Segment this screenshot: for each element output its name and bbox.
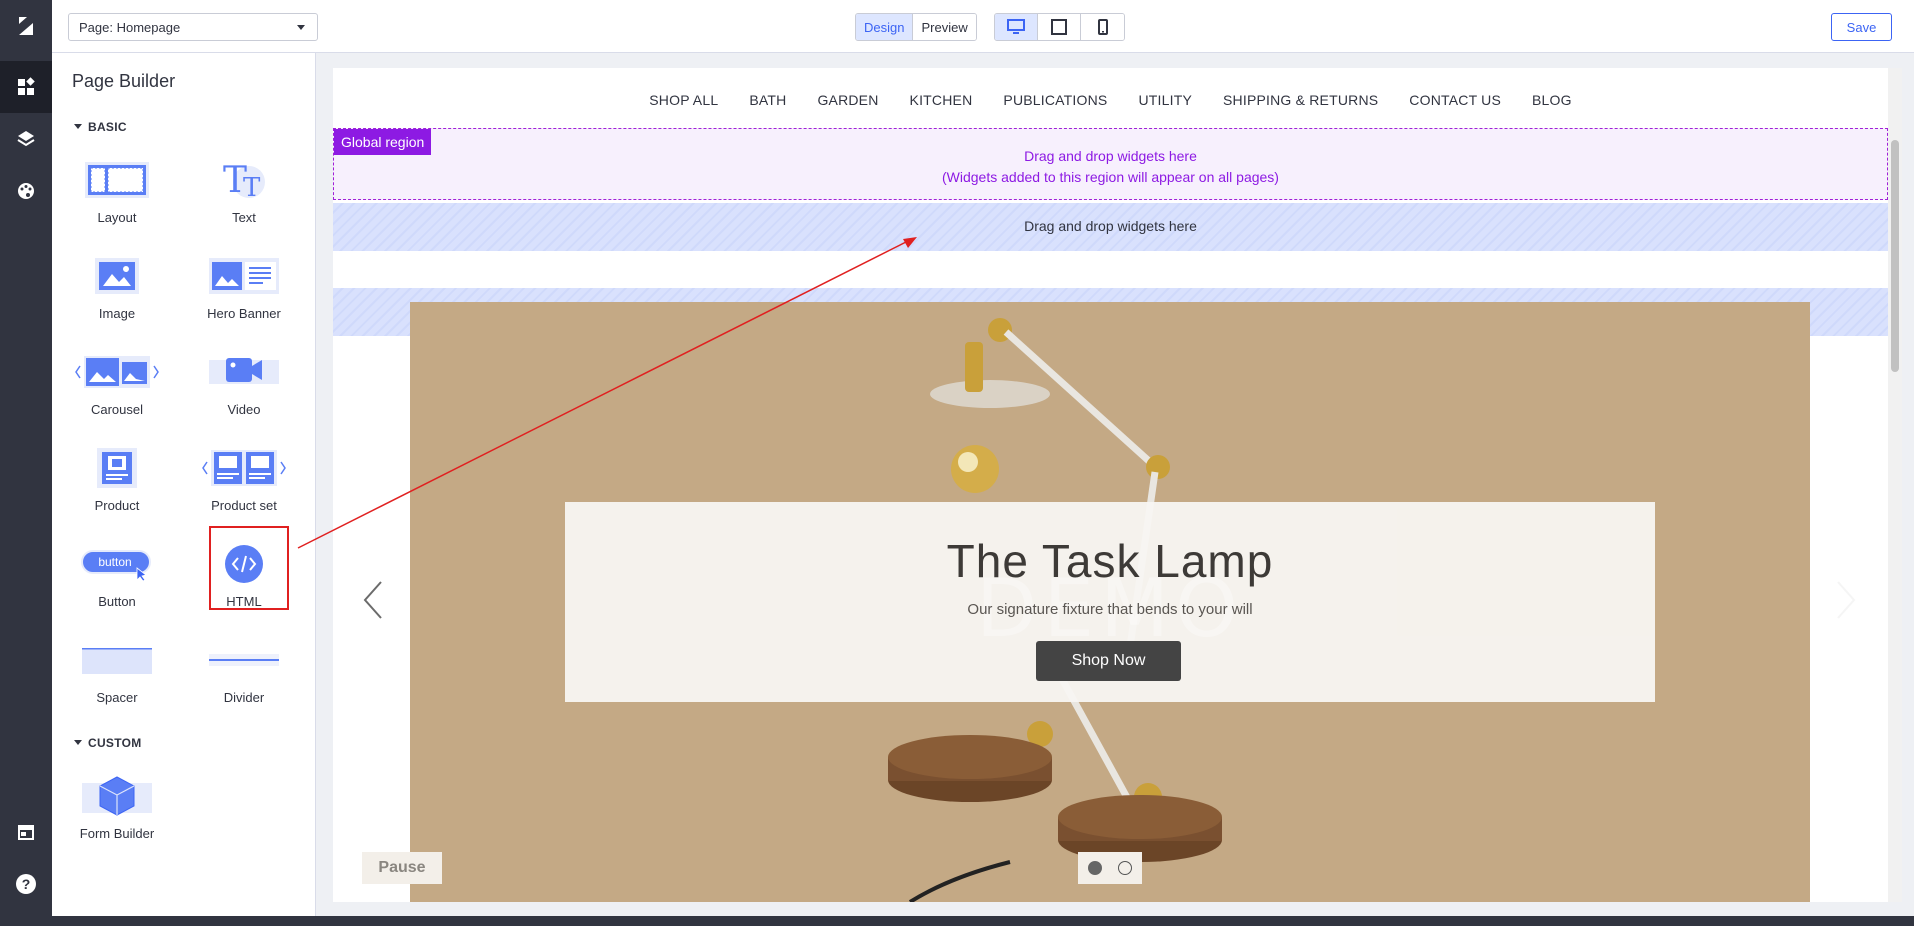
mobile-icon[interactable]: [1081, 14, 1124, 40]
carousel-dot-1[interactable]: [1088, 861, 1102, 875]
layout-label: Layout: [97, 210, 137, 225]
custom-section-toggle[interactable]: CUSTOM: [74, 736, 142, 750]
hero-text-card: DEMO The Task Lamp Our signature fixture…: [565, 502, 1655, 702]
hero-banner-icon: [189, 248, 299, 304]
form-builder-widget[interactable]: Form Builder: [62, 768, 172, 841]
button-label: Button: [98, 594, 136, 609]
hero-carousel[interactable]: DEMO The Task Lamp Our signature fixture…: [410, 302, 1810, 902]
product-set-icon: [189, 440, 299, 496]
chevron-left-icon[interactable]: [363, 580, 383, 625]
image-icon: [62, 248, 172, 304]
svg-text:?: ?: [22, 876, 31, 892]
nav-item[interactable]: SHOP ALL: [649, 92, 718, 108]
spacer-widget[interactable]: Spacer: [62, 632, 172, 705]
top-bar: Page: Homepage Design Preview Save: [52, 0, 1914, 53]
layers-icon[interactable]: [0, 113, 52, 165]
nav-item[interactable]: BLOG: [1532, 92, 1572, 108]
layout-widget[interactable]: Layout: [62, 152, 172, 225]
button-icon-text: button: [98, 555, 131, 569]
image-widget[interactable]: Image: [62, 248, 172, 321]
divider-label: Divider: [223, 690, 265, 705]
canvas-scrollbar[interactable]: [1888, 68, 1902, 902]
pause-button[interactable]: Pause: [362, 852, 442, 884]
form-builder-label: Form Builder: [79, 826, 155, 841]
video-icon: [189, 344, 299, 400]
carousel-label: Carousel: [90, 402, 144, 417]
global-region-dropzone[interactable]: Global region Drag and drop widgets here…: [333, 128, 1888, 200]
divider-icon: [189, 632, 299, 688]
page-select-value: Page: Homepage: [79, 20, 181, 35]
divider-widget[interactable]: Divider: [189, 632, 299, 705]
nav-item[interactable]: CONTACT US: [1409, 92, 1501, 108]
global-region-line2: (Widgets added to this region will appea…: [942, 169, 1279, 185]
global-region-text: Drag and drop widgets here (Widgets adde…: [334, 146, 1887, 188]
desktop-icon[interactable]: [995, 14, 1038, 40]
hero-banner-label: Hero Banner: [207, 306, 281, 321]
html-widget-highlight: [209, 526, 289, 610]
hero-title: The Task Lamp: [946, 535, 1274, 587]
svg-text:T: T: [243, 173, 261, 200]
product-widget[interactable]: Product: [62, 440, 172, 513]
dropzone-text: Drag and drop widgets here: [1024, 218, 1197, 234]
page-region-dropzone[interactable]: Drag and drop widgets here: [333, 203, 1888, 251]
product-set-widget[interactable]: Product set: [189, 440, 299, 513]
bigcommerce-logo-icon[interactable]: [0, 0, 52, 52]
nav-item[interactable]: KITCHEN: [910, 92, 973, 108]
sidebar-title: Page Builder: [72, 71, 176, 91]
basic-section-toggle[interactable]: BASIC: [74, 120, 127, 134]
help-icon[interactable]: ?: [0, 858, 52, 910]
carousel-dots: [1078, 852, 1142, 884]
mode-toggle: Design Preview: [855, 13, 977, 41]
carousel-widget[interactable]: Carousel: [62, 344, 172, 417]
left-rail: ?: [0, 0, 52, 926]
video-label: Video: [227, 402, 261, 417]
preview-button[interactable]: Preview: [913, 14, 976, 40]
storefront-icon[interactable]: [0, 806, 52, 858]
hero-banner-widget[interactable]: Hero Banner: [189, 248, 299, 321]
form-builder-icon: [62, 768, 172, 824]
spacer-label: Spacer: [96, 690, 138, 705]
chevron-right-icon[interactable]: [1836, 580, 1856, 625]
text-label: Text: [232, 210, 256, 225]
page-select[interactable]: Page: Homepage: [68, 13, 318, 41]
shop-now-button[interactable]: Shop Now: [1036, 641, 1181, 681]
page-canvas: SHOP ALL BATH GARDEN KITCHEN PUBLICATION…: [333, 68, 1888, 902]
spacer-icon: [62, 632, 172, 688]
design-button[interactable]: Design: [856, 14, 914, 40]
product-label: Product: [94, 498, 140, 513]
widgets-icon[interactable]: [0, 61, 52, 113]
bottom-band: [0, 916, 1914, 926]
tablet-icon[interactable]: [1038, 14, 1081, 40]
video-widget[interactable]: Video: [189, 344, 299, 417]
text-widget[interactable]: TT Text: [189, 152, 299, 225]
nav-item[interactable]: SHIPPING & RETURNS: [1223, 92, 1378, 108]
layout-icon: [62, 152, 172, 208]
nav-item[interactable]: GARDEN: [817, 92, 878, 108]
chevron-down-icon: [297, 25, 305, 30]
carousel-dot-2[interactable]: [1118, 861, 1132, 875]
button-icon: button: [62, 536, 172, 592]
save-button[interactable]: Save: [1831, 13, 1892, 41]
device-toggle: [994, 13, 1125, 41]
text-icon: TT: [189, 152, 299, 208]
global-region-line1: Drag and drop widgets here: [1024, 148, 1197, 164]
product-set-label: Product set: [211, 498, 277, 513]
button-widget[interactable]: button Button: [62, 536, 172, 609]
hero-subtitle: Our signature fixture that bends to your…: [967, 601, 1253, 618]
palette-icon[interactable]: [0, 165, 52, 217]
nav-item[interactable]: BATH: [749, 92, 786, 108]
nav-item[interactable]: UTILITY: [1138, 92, 1192, 108]
image-label: Image: [98, 306, 136, 321]
page-builder-sidebar: Page Builder BASIC Layout TT Text Image …: [52, 53, 316, 916]
carousel-icon: [62, 344, 172, 400]
scrollbar-thumb[interactable]: [1891, 140, 1899, 372]
store-nav: SHOP ALL BATH GARDEN KITCHEN PUBLICATION…: [333, 92, 1888, 108]
nav-item[interactable]: PUBLICATIONS: [1003, 92, 1107, 108]
product-icon: [62, 440, 172, 496]
